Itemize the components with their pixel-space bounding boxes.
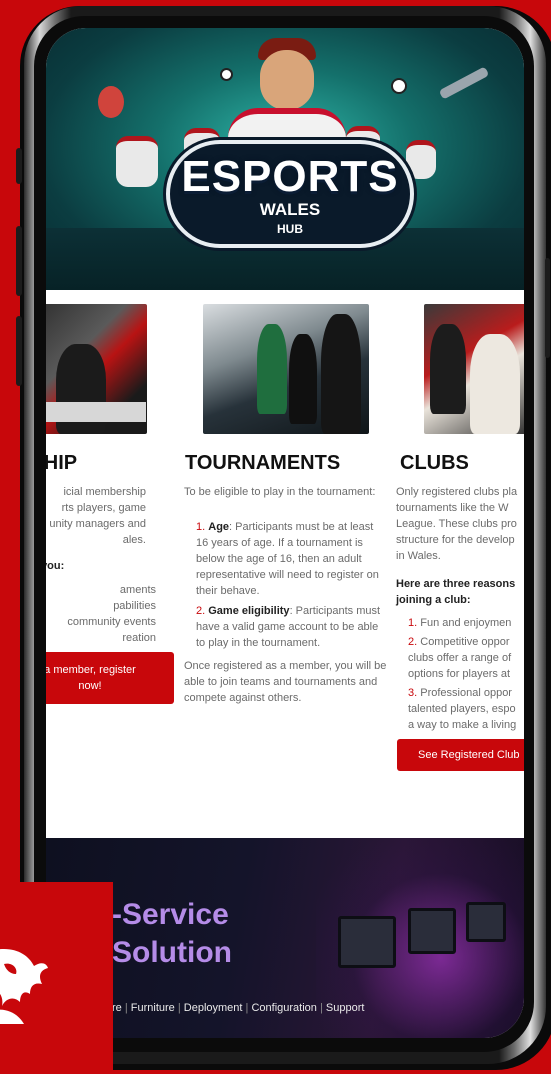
football <box>391 78 407 94</box>
promo-heading-line2: Solution <box>112 936 232 969</box>
membership-image <box>46 304 147 434</box>
clubs-reasons-heading: Here are three reasons joining a club: <box>396 578 516 606</box>
service-link[interactable]: Support <box>326 1002 365 1014</box>
membership-title: RSHIP <box>46 452 78 474</box>
membership-intro: icial membership rts players, game unity… <box>49 486 146 546</box>
list-item: pabilities <box>113 600 156 612</box>
clubs-image <box>424 304 524 434</box>
mascot-head <box>260 50 314 110</box>
hot-air-balloon <box>98 86 124 118</box>
tournaments-rules: 1. Age: Participants must be at least 16… <box>196 519 386 655</box>
see-registered-clubs-button[interactable]: See Registered Club <box>397 739 524 771</box>
list-item: 1. Age: Participants must be at least 16… <box>196 521 379 597</box>
tournaments-intro: To be eligible to play in the tournament… <box>184 486 376 498</box>
jet-plane <box>438 66 490 100</box>
promo-heading-line1: -Service <box>112 898 229 931</box>
list-item: community events <box>67 616 156 628</box>
list-item: 3. Professional oppor talented players, e… <box>408 687 517 731</box>
logo-subtitle-small: HUB <box>277 222 303 236</box>
tournaments-title: TOURNAMENTS <box>185 452 341 474</box>
phone-side-button <box>16 148 22 184</box>
service-link[interactable]: Deployment <box>184 1002 243 1014</box>
clubs-intro: Only registered clubs pla tournaments li… <box>396 486 518 562</box>
tournaments-image <box>203 304 369 434</box>
football <box>220 68 233 81</box>
clubs-title: CLUBS <box>400 452 469 474</box>
phone-screen[interactable]: ESPORTS WALES HUB RSHIP TOURNAMENTS CLUB… <box>46 28 524 1038</box>
phone-side-button <box>545 258 550 358</box>
player-figure <box>116 136 158 187</box>
list-item: 2. Competitive oppor clubs offer a range … <box>408 636 512 680</box>
list-item: 2. Game eligibility: Participants must h… <box>196 605 381 649</box>
phone-side-button <box>16 316 22 386</box>
list-item: reation <box>122 632 156 644</box>
hero-banner: ESPORTS WALES HUB <box>46 28 524 290</box>
logo-title: ESPORTS <box>181 152 399 201</box>
clubs-reasons-list: 1. Fun and enjoymen 2. Competitive oppor… <box>408 615 524 733</box>
tournaments-after-text: Once registered as a member, you will be… <box>184 660 387 704</box>
gaming-monitor <box>408 908 456 954</box>
dragon-logo-icon <box>0 949 48 1024</box>
membership-benefits-heading: give you: <box>46 560 65 572</box>
gaming-monitor <box>466 902 506 942</box>
list-item: aments <box>119 584 156 596</box>
register-button[interactable]: a member, register now! <box>46 652 174 704</box>
service-link[interactable]: Furniture <box>131 1002 175 1014</box>
list-item: 1. Fun and enjoymen <box>408 617 512 629</box>
promo-banner: -Service Solution re | Furniture | Deplo… <box>46 838 524 1038</box>
logo-subtitle: WALES <box>259 200 321 219</box>
phone-side-button <box>16 226 22 296</box>
service-link[interactable]: re <box>112 1002 122 1014</box>
service-link[interactable]: Configuration <box>251 1002 316 1014</box>
promo-service-links: re | Furniture | Deployment | Configurat… <box>112 1002 365 1014</box>
gaming-monitor <box>338 916 396 968</box>
membership-benefits-list: aments pabilities community events reati… <box>46 582 156 646</box>
